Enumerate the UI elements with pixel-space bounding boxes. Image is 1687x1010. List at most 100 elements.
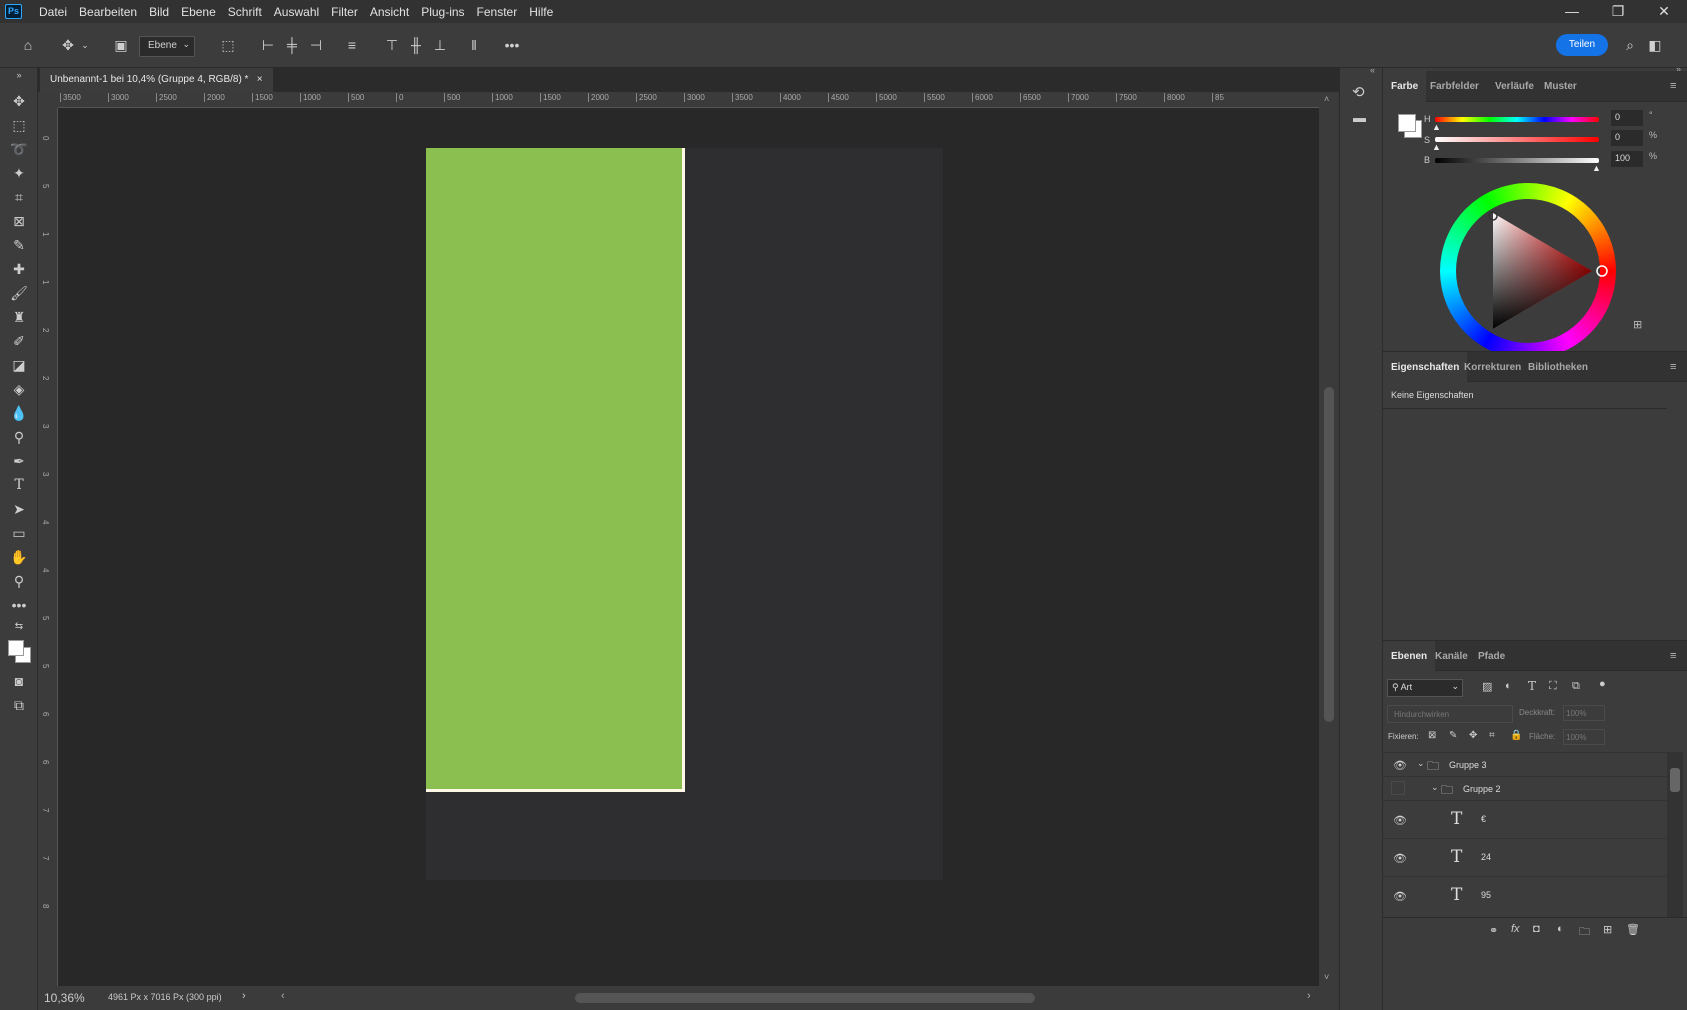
more-options-icon[interactable]: ••• [502,35,522,55]
healing-brush-icon[interactable]: ✚ [7,258,31,280]
saturation-slider-thumb[interactable]: ▲ [1432,142,1441,152]
hue-value[interactable]: 0 [1611,110,1643,126]
menu-ebene[interactable]: Ebene [175,5,222,19]
panel-menu-icon[interactable]: ≡ [1670,361,1682,373]
path-select-icon[interactable]: ➤ [7,498,31,520]
lock-pixels-icon[interactable]: ✎ [1449,730,1457,741]
lock-transparency-icon[interactable]: ⊠ [1428,730,1436,741]
lock-position-icon[interactable]: ✥ [1469,730,1477,741]
blend-mode-dropdown[interactable]: Hindurchwirken [1387,705,1513,723]
lock-all-icon[interactable]: 🔒 [1510,730,1522,741]
home-icon[interactable]: ⌂ [18,35,38,55]
visibility-eye-icon[interactable]: 👁 [1393,890,1407,903]
hand-tool-icon[interactable]: ✋ [7,546,31,568]
type-tool-icon[interactable]: T [7,474,31,496]
visibility-eye-icon[interactable]: 👁 [1393,852,1407,865]
distribute-icon[interactable]: ≡ [342,35,362,55]
layer-row-24[interactable]: 👁 T 24 [1383,838,1667,876]
align-right-icon[interactable]: ⊣ [306,35,326,55]
visibility-eye-icon[interactable]: 👁 [1393,759,1407,772]
tab-korrekturen[interactable]: Korrekturen [1456,352,1529,383]
panel-menu-icon[interactable]: ≡ [1670,80,1682,92]
menu-schrift[interactable]: Schrift [222,5,268,19]
blur-tool-icon[interactable]: 💧 [7,402,31,424]
paint-bucket-icon[interactable]: ◈ [7,378,31,400]
align-bottom-icon[interactable]: ⊥ [430,35,450,55]
opacity-field[interactable]: 100% [1563,705,1605,721]
brightness-slider-thumb[interactable]: ▲ [1592,163,1601,173]
green-rectangle-layer[interactable] [426,148,685,792]
menu-fenster[interactable]: Fenster [471,5,524,19]
layer-row-euro[interactable]: 👁 T € [1383,800,1667,838]
foreground-color-swatch[interactable] [8,640,24,656]
tab-bibliotheken[interactable]: Bibliotheken [1520,352,1596,383]
search-icon[interactable]: ⌕ [1620,35,1640,55]
frame-tool-icon[interactable]: ⊠ [7,210,31,232]
screen-mode-icon[interactable]: ⧉ [7,694,31,716]
saturation-slider[interactable] [1435,137,1599,142]
adjustment-layer-icon[interactable]: ◐ [1557,923,1564,935]
tab-verlaeufe[interactable]: Verläufe [1487,71,1542,102]
transform-controls-icon[interactable]: ⬚ [218,35,238,55]
tab-eigenschaften[interactable]: Eigenschaften [1383,352,1468,383]
layer-filter-dropdown[interactable]: ⚲ Art ⌄ [1387,679,1463,697]
panel-menu-icon[interactable]: ≡ [1670,650,1682,662]
align-center-icon[interactable]: ╪ [282,35,302,55]
foreground-color-swatch[interactable] [1398,114,1416,132]
filter-pixel-icon[interactable]: ▨ [1482,680,1492,693]
new-group-icon[interactable]: 🗀 [1579,923,1590,942]
scroll-down-icon[interactable]: ˅ [1324,972,1329,982]
tab-farbe[interactable]: Farbe [1383,71,1427,102]
layer-row-95[interactable]: 👁 T 95 [1383,876,1667,914]
menu-datei[interactable]: Datei [33,5,73,19]
delete-layer-icon[interactable]: 🗑 [1626,923,1640,936]
menu-auswahl[interactable]: Auswahl [268,5,325,19]
filter-type-icon[interactable]: T [1528,679,1536,693]
menu-ansicht[interactable]: Ansicht [364,5,415,19]
filter-shape-icon[interactable]: ⛶ [1549,680,1557,693]
restore-button[interactable]: ❐ [1595,0,1641,23]
visibility-toggle-off[interactable] [1391,781,1405,795]
status-menu-icon[interactable]: › [242,990,246,1002]
move-tool-icon[interactable]: ✥ [7,90,31,112]
tab-pfade[interactable]: Pfade [1470,641,1513,672]
lasso-tool-icon[interactable]: ➰ [7,138,31,160]
tab-farbfelder[interactable]: Farbfelder [1422,71,1487,102]
history-brush-icon[interactable]: ✐ [7,330,31,352]
scroll-right-icon[interactable]: › [1307,990,1311,1002]
tab-muster[interactable]: Muster [1536,71,1585,102]
eyedropper-icon[interactable]: ✎ [7,234,31,256]
saturation-value[interactable]: 0 [1611,130,1643,146]
horizontal-scroll-thumb[interactable] [575,993,1035,1003]
filter-toggle-icon[interactable]: ● [1599,678,1606,690]
close-window-button[interactable]: ✕ [1641,0,1687,23]
chevron-down-icon[interactable]: ⌄ [1417,758,1425,769]
scroll-up-icon[interactable]: ˄ [1324,94,1329,104]
menu-filter[interactable]: Filter [325,5,364,19]
zoom-tool-icon[interactable]: ⚲ [7,570,31,592]
new-layer-icon[interactable]: ⊞ [1603,923,1612,936]
menu-bearbeiten[interactable]: Bearbeiten [73,5,143,19]
add-mask-icon[interactable]: ◘ [1533,923,1540,935]
close-tab-icon[interactable]: × [257,74,263,85]
more-tools-icon[interactable]: ••• [7,594,31,616]
minimize-button[interactable]: — [1549,0,1595,23]
layers-scrollbar[interactable] [1667,752,1683,917]
menu-bild[interactable]: Bild [143,5,175,19]
lock-artboard-icon[interactable]: ⌗ [1489,730,1495,741]
swap-colors-icon[interactable]: ⇆ [7,616,31,638]
align-middle-icon[interactable]: ╫ [406,35,426,55]
fx-icon[interactable]: fx [1511,923,1520,935]
stamp-tool-icon[interactable]: ♜ [7,306,31,328]
brightness-slider[interactable] [1435,158,1599,163]
hue-slider-thumb[interactable]: ▲ [1432,122,1441,132]
chevron-down-icon[interactable]: ⌄ [1431,782,1439,793]
move-tool-icon[interactable]: ✥ [58,35,78,55]
distribute-vertical-icon[interactable]: ‖ [464,35,484,55]
menu-hilfe[interactable]: Hilfe [523,5,559,19]
scroll-left-icon[interactable]: ‹ [281,990,285,1002]
layers-scroll-thumb[interactable] [1670,768,1680,792]
align-left-icon[interactable]: ⊢ [258,35,278,55]
expand-toolbar-icon[interactable]: » [7,64,31,86]
align-top-icon[interactable]: ⊤ [382,35,402,55]
